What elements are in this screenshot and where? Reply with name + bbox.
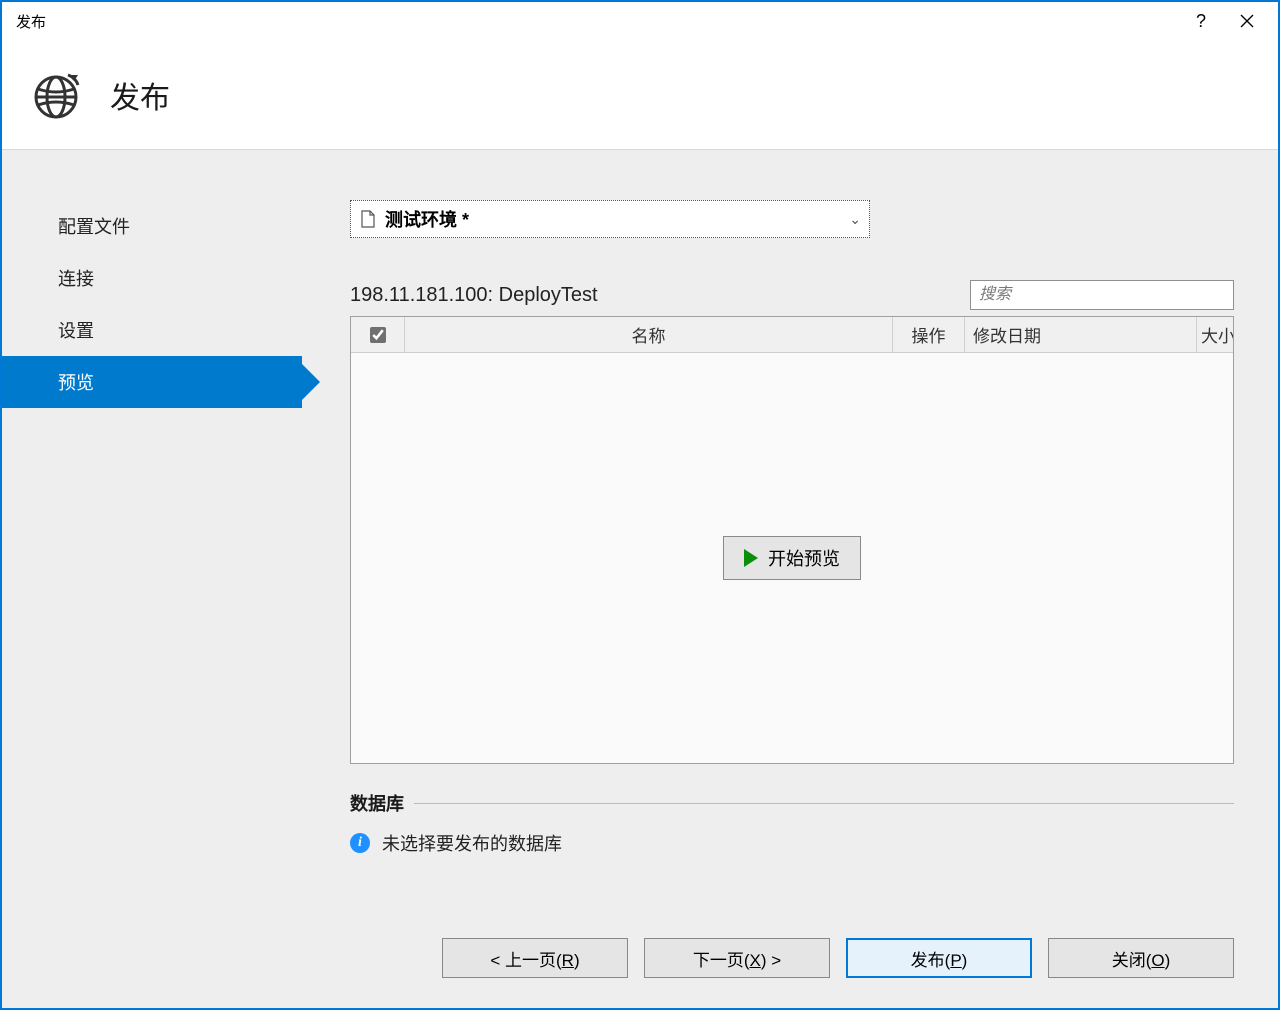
grid-col-operation[interactable]: 操作	[893, 317, 965, 352]
start-preview-button[interactable]: 开始预览	[723, 536, 861, 580]
sidebar-item-label: 连接	[58, 265, 94, 291]
database-info-row: i 未选择要发布的数据库	[350, 830, 1234, 856]
grid-col-checkbox[interactable]	[351, 317, 405, 352]
database-heading: 数据库	[350, 790, 404, 816]
sidebar-item-settings[interactable]: 设置	[2, 304, 302, 356]
sidebar-item-connection[interactable]: 连接	[2, 252, 302, 304]
publish-dialog: 发布 ? 发布 配置文件 连接	[0, 0, 1280, 1010]
grid-col-size[interactable]: 大小	[1197, 317, 1233, 352]
grid-col-date[interactable]: 修改日期	[965, 317, 1197, 352]
publish-globe-icon	[30, 69, 82, 121]
info-icon: i	[350, 833, 370, 853]
titlebar: 发布 ?	[2, 2, 1278, 40]
search-input[interactable]	[970, 280, 1234, 310]
main-panel: 测试环境 * ⌄ 198.11.181.100: DeployTest 名称 操…	[302, 150, 1278, 1008]
help-button[interactable]: ?	[1178, 6, 1224, 36]
sidebar-item-label: 预览	[58, 369, 94, 395]
document-icon	[359, 210, 377, 228]
database-heading-row: 数据库	[350, 790, 1234, 816]
close-window-button[interactable]	[1224, 6, 1270, 36]
close-button[interactable]: 关闭(O)	[1048, 938, 1234, 978]
grid-col-name[interactable]: 名称	[405, 317, 893, 352]
dialog-body: 配置文件 连接 设置 预览 测试环境 * ⌄ 198.11.181.100: D	[2, 150, 1278, 1008]
grid-body: 开始预览	[351, 353, 1233, 763]
next-button[interactable]: 下一页(X) >	[644, 938, 830, 978]
sidebar-item-preview[interactable]: 预览	[2, 356, 302, 408]
database-section: 数据库 i 未选择要发布的数据库	[350, 790, 1234, 856]
database-info-text: 未选择要发布的数据库	[382, 830, 562, 856]
divider	[414, 803, 1234, 804]
select-all-checkbox[interactable]	[370, 327, 386, 343]
publish-button[interactable]: 发布(P)	[846, 938, 1032, 978]
sidebar-item-label: 设置	[58, 317, 94, 343]
profile-dropdown[interactable]: 测试环境 * ⌄	[350, 200, 870, 238]
page-title: 发布	[110, 73, 170, 117]
chevron-down-icon: ⌄	[849, 211, 861, 228]
prev-button[interactable]: < 上一页(R)	[442, 938, 628, 978]
preview-grid: 名称 操作 修改日期 大小 开始预览	[350, 316, 1234, 764]
header: 发布	[2, 40, 1278, 150]
server-row: 198.11.181.100: DeployTest	[350, 280, 1234, 310]
start-preview-label: 开始预览	[768, 545, 840, 571]
sidebar: 配置文件 连接 设置 预览	[2, 150, 302, 1008]
sidebar-item-profile[interactable]: 配置文件	[2, 200, 302, 252]
close-icon	[1240, 14, 1254, 28]
window-title: 发布	[16, 11, 1178, 32]
profile-selected-label: 测试环境 *	[385, 206, 469, 232]
sidebar-item-label: 配置文件	[58, 213, 130, 239]
grid-header: 名称 操作 修改日期 大小	[351, 317, 1233, 353]
footer: < 上一页(R) 下一页(X) > 发布(P) 关闭(O)	[350, 918, 1234, 1008]
play-icon	[744, 549, 758, 567]
server-label: 198.11.181.100: DeployTest	[350, 284, 970, 307]
